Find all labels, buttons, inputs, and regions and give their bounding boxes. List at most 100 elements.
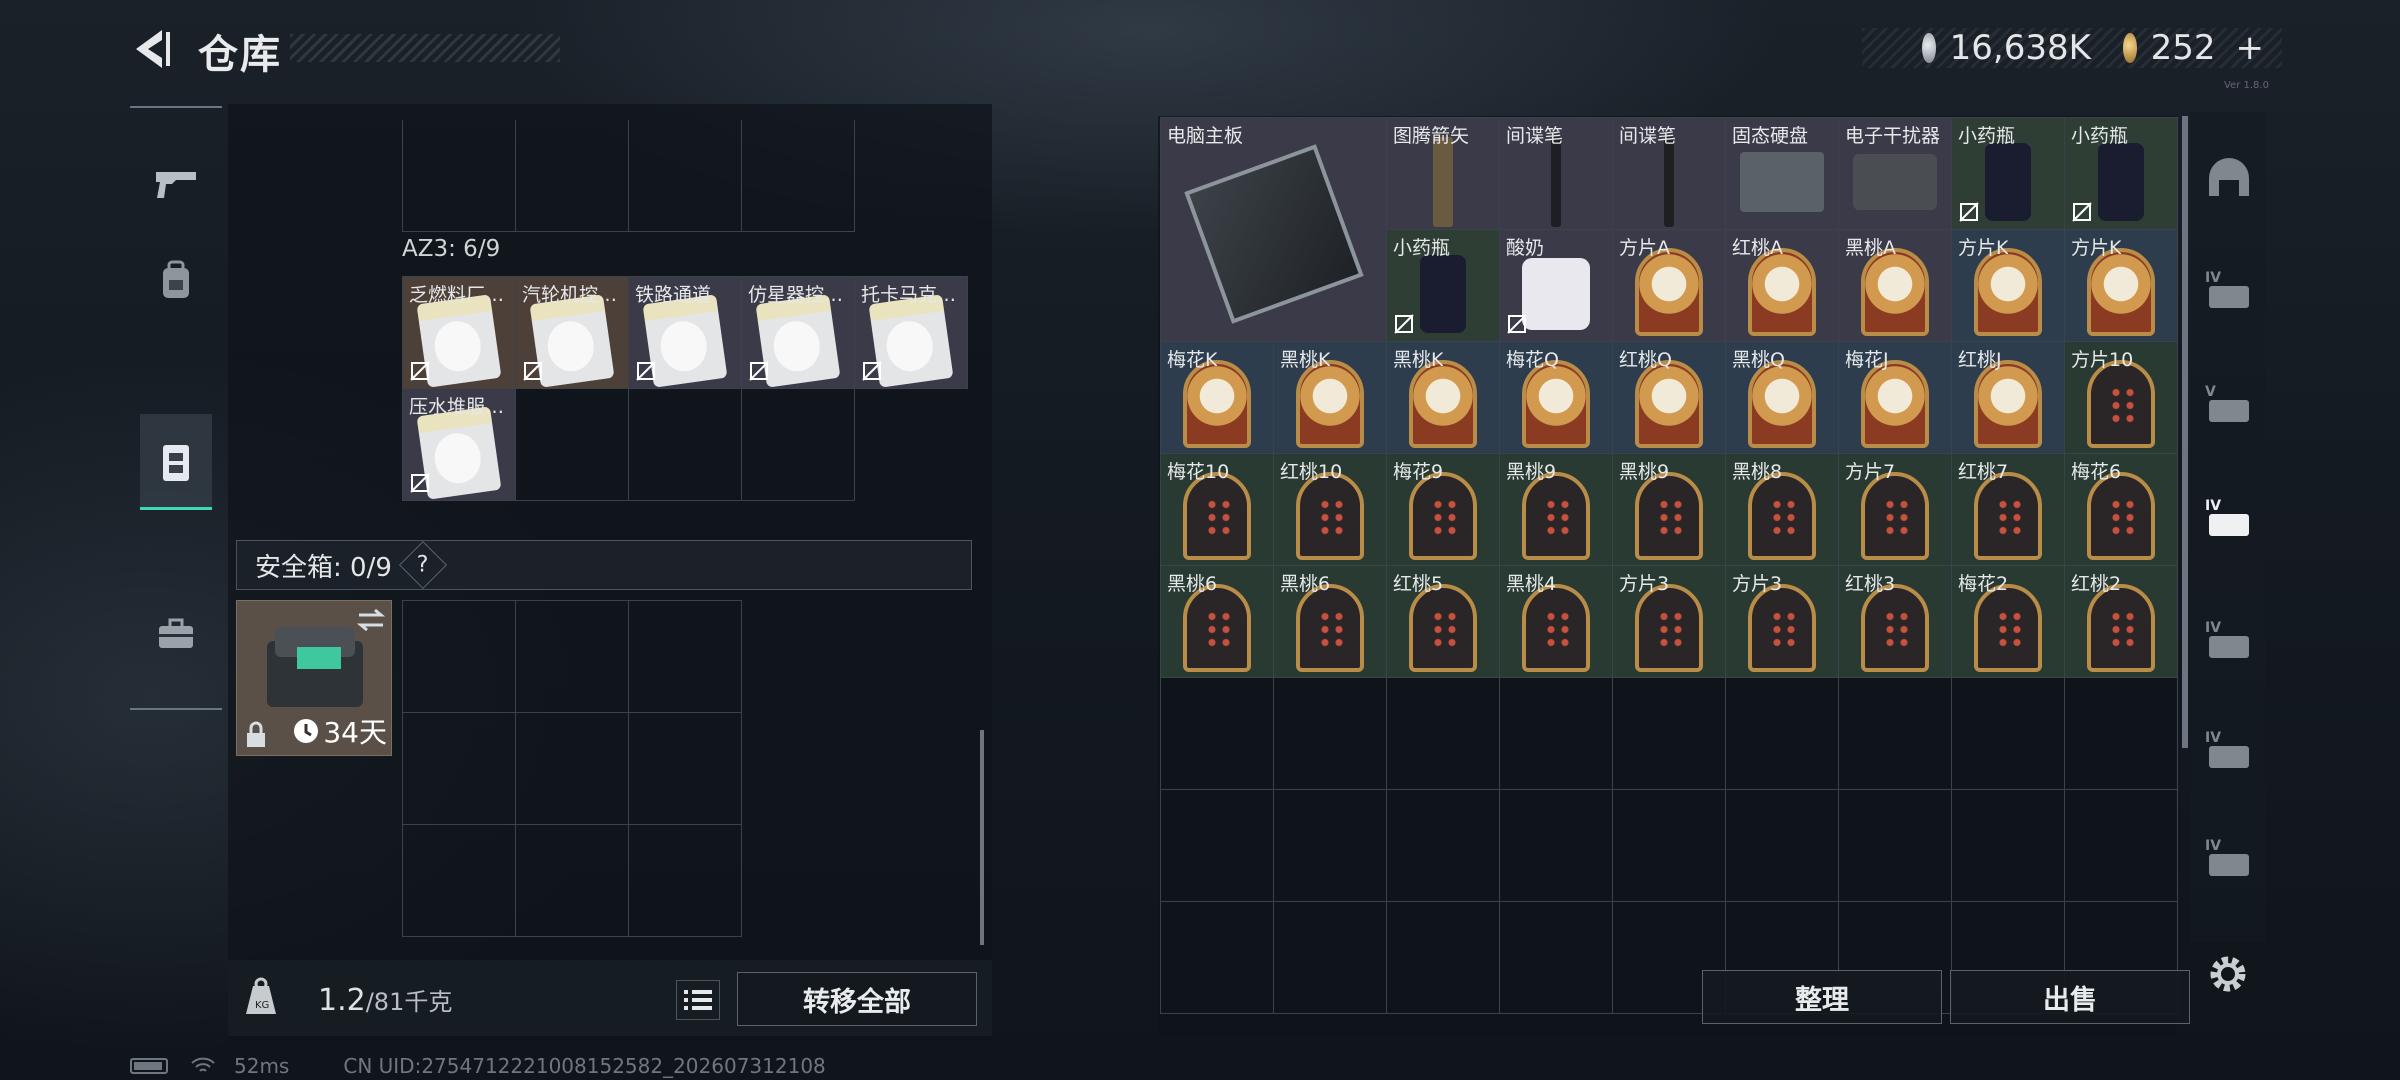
grid-slot[interactable]	[1274, 902, 1387, 1014]
stash-item[interactable]: 黑桃K	[1274, 342, 1387, 454]
stash-item[interactable]: 红桃J	[1952, 342, 2065, 454]
right-tab-4[interactable]: IV	[2198, 602, 2260, 678]
grid-slot[interactable]	[1726, 790, 1839, 902]
grid-slot[interactable]	[1500, 678, 1613, 790]
list-item[interactable]: 汽轮机控…	[516, 277, 629, 389]
right-tab-2[interactable]: V	[2198, 366, 2260, 442]
right-tab-0[interactable]	[2198, 142, 2260, 218]
grid-slot[interactable]	[1613, 790, 1726, 902]
stash-item[interactable]: 梅花10	[1161, 454, 1274, 566]
grid-slot[interactable]	[629, 825, 742, 937]
grid-slot[interactable]	[1839, 678, 1952, 790]
nav-backpack[interactable]	[140, 232, 212, 328]
grid-slot[interactable]	[1274, 790, 1387, 902]
stash-item[interactable]: 酸奶	[1500, 230, 1613, 342]
stash-item[interactable]: 梅花K	[1161, 342, 1274, 454]
grid-slot[interactable]	[742, 120, 855, 232]
stash-item[interactable]: 梅花J	[1839, 342, 1952, 454]
grid-slot[interactable]	[1387, 790, 1500, 902]
stash-item[interactable]: 黑桃Q	[1726, 342, 1839, 454]
list-item[interactable]: 乏燃料厂…	[403, 277, 516, 389]
grid-slot[interactable]	[1839, 790, 1952, 902]
stash-item[interactable]: 黑桃4	[1500, 566, 1613, 678]
stash-item[interactable]: 小药瓶	[1387, 230, 1500, 342]
swap-icon[interactable]	[355, 607, 387, 633]
grid-slot[interactable]	[1161, 902, 1274, 1014]
safe-box-item[interactable]: 34天	[236, 600, 392, 756]
stash-item[interactable]: 红桃2	[2065, 566, 2178, 678]
grid-slot[interactable]	[629, 713, 742, 825]
stash-item[interactable]: 黑桃K	[1387, 342, 1500, 454]
grid-slot[interactable]	[2065, 678, 2178, 790]
right-tab-1[interactable]: IV	[2198, 252, 2260, 328]
currency2-add-button[interactable]: +	[2235, 28, 2264, 68]
stash-item[interactable]: 小药瓶	[1952, 118, 2065, 230]
stash-item[interactable]: 黑桃9	[1500, 454, 1613, 566]
stash-item[interactable]: 黑桃6	[1274, 566, 1387, 678]
stash-item[interactable]: 梅花Q	[1500, 342, 1613, 454]
stash-item[interactable]: 方片A	[1613, 230, 1726, 342]
stash-item[interactable]: 间谍笔	[1613, 118, 1726, 230]
stash-item[interactable]: 方片3	[1613, 566, 1726, 678]
stash-item[interactable]: 黑桃9	[1613, 454, 1726, 566]
stash-item[interactable]: 方片10	[2065, 342, 2178, 454]
stash-item[interactable]: 方片7	[1839, 454, 1952, 566]
stash-item[interactable]: 方片3	[1726, 566, 1839, 678]
transfer-all-button[interactable]: 转移全部	[737, 972, 977, 1026]
grid-slot[interactable]	[516, 389, 629, 501]
nav-weapon[interactable]	[140, 136, 212, 232]
stash-scrollbar[interactable]	[2182, 116, 2188, 748]
stash-item[interactable]: 红桃Q	[1613, 342, 1726, 454]
grid-slot[interactable]	[2065, 790, 2178, 902]
nav-rig[interactable]	[140, 414, 212, 510]
list-view-button[interactable]	[676, 980, 720, 1020]
stash-item[interactable]: 梅花6	[2065, 454, 2178, 566]
grid-slot[interactable]	[1952, 678, 2065, 790]
list-item[interactable]: 托卡马克…	[855, 277, 968, 389]
stash-item[interactable]: 红桃7	[1952, 454, 2065, 566]
grid-slot[interactable]	[742, 389, 855, 501]
stash-item[interactable]: 黑桃6	[1161, 566, 1274, 678]
grid-slot[interactable]	[1161, 678, 1274, 790]
right-tab-5[interactable]: IV	[2198, 712, 2260, 788]
grid-slot[interactable]	[516, 120, 629, 232]
right-tab-3[interactable]: IV	[2198, 480, 2260, 556]
nav-case[interactable]	[140, 586, 212, 682]
grid-slot[interactable]	[1952, 790, 2065, 902]
stash-item[interactable]: 红桃A	[1726, 230, 1839, 342]
stash-item[interactable]: 黑桃A	[1839, 230, 1952, 342]
right-tab-6[interactable]: IV	[2198, 820, 2260, 896]
back-button[interactable]	[126, 24, 176, 74]
grid-slot[interactable]	[516, 713, 629, 825]
grid-slot[interactable]	[1387, 902, 1500, 1014]
stash-item[interactable]: 梅花9	[1387, 454, 1500, 566]
gear-icon[interactable]	[2206, 952, 2250, 996]
grid-slot[interactable]	[1274, 678, 1387, 790]
stash-item[interactable]: 方片K	[1952, 230, 2065, 342]
grid-slot[interactable]	[1726, 678, 1839, 790]
stash-item[interactable]: 红桃3	[1839, 566, 1952, 678]
list-item[interactable]: 仿星器控…	[742, 277, 855, 389]
grid-slot[interactable]	[1161, 790, 1274, 902]
grid-slot[interactable]	[403, 825, 516, 937]
stash-item[interactable]: 电子干扰器	[1839, 118, 1952, 230]
left-scrollbar[interactable]	[980, 730, 984, 945]
list-item[interactable]: 铁路通道	[629, 277, 742, 389]
grid-slot[interactable]	[403, 601, 516, 713]
stash-item[interactable]: 红桃5	[1387, 566, 1500, 678]
organize-button[interactable]: 整理	[1702, 970, 1942, 1024]
stash-item[interactable]: 梅花2	[1952, 566, 2065, 678]
grid-slot[interactable]	[1613, 678, 1726, 790]
stash-item[interactable]: 小药瓶	[2065, 118, 2178, 230]
stash-item-motherboard[interactable]: 电脑主板	[1161, 118, 1387, 342]
grid-slot[interactable]	[1500, 902, 1613, 1014]
stash-item[interactable]: 图腾箭矢	[1387, 118, 1500, 230]
stash-item[interactable]: 黑桃8	[1726, 454, 1839, 566]
grid-slot[interactable]	[516, 825, 629, 937]
help-button[interactable]: ?	[398, 540, 447, 590]
list-item[interactable]: 压水堆服…	[403, 389, 516, 501]
stash-item[interactable]: 间谍笔	[1500, 118, 1613, 230]
grid-slot[interactable]	[1500, 790, 1613, 902]
stash-item[interactable]: 方片K	[2065, 230, 2178, 342]
grid-slot[interactable]	[403, 713, 516, 825]
